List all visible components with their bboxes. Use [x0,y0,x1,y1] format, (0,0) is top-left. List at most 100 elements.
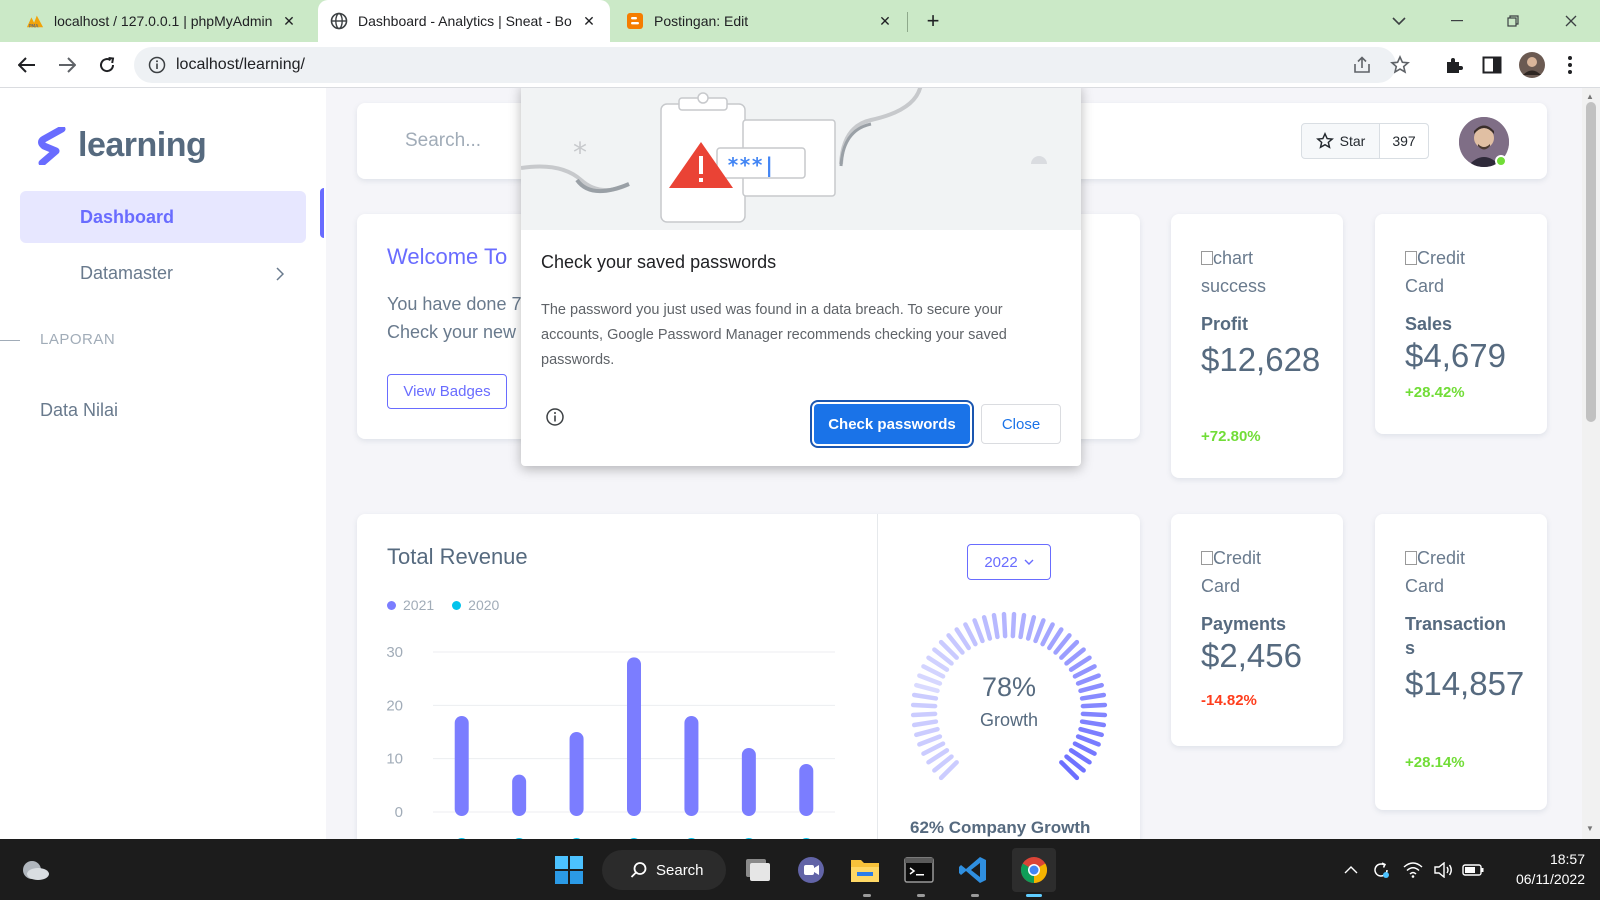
sneat-logo-icon [38,126,66,165]
close-icon[interactable]: ✕ [876,12,894,30]
gauge-tick [1079,692,1107,701]
welcome-line: You have done 7 [387,294,522,314]
gauge-tick [911,692,939,701]
year-dropdown[interactable]: 2022 [967,544,1051,580]
payments-value: $2,456 [1201,637,1302,674]
weather-icon[interactable] [16,851,54,889]
gauge-tick [1078,682,1104,694]
gauge-tick [1075,673,1101,686]
menu-kebab-icon[interactable] [1556,51,1584,79]
restore-icon[interactable] [1498,6,1528,36]
forward-icon[interactable] [53,51,81,79]
vscode-icon[interactable] [954,851,992,889]
teams-chat-icon[interactable] [792,851,830,889]
scroll-up-icon[interactable]: ▲ [1586,92,1594,101]
profile-avatar-icon[interactable] [1518,51,1546,79]
payments-label: Payments [1201,614,1287,634]
close-dialog-button[interactable]: Close [981,404,1061,444]
globe-icon [330,12,348,30]
gauge-tick [914,682,940,694]
gauge-tick [1033,618,1046,644]
transactions-change: +28.14% [1405,754,1465,771]
reload-icon[interactable] [93,51,121,79]
terminal-icon[interactable] [900,851,938,889]
window-close-icon[interactable] [1556,6,1586,36]
search-input[interactable]: Search... [405,130,481,152]
tab-title: localhost / 127.0.0.1 | phpMyAdmin [54,13,272,29]
info-icon[interactable] [148,56,166,79]
back-icon[interactable] [13,51,41,79]
bar-2021 [741,748,756,816]
brand-logo[interactable]: learning [38,126,207,165]
gauge-tick [1080,702,1108,709]
system-clock[interactable]: 18:57 06/11/2022 [1495,849,1585,889]
info-icon[interactable] [545,407,565,427]
side-panel-icon[interactable] [1478,51,1506,79]
transactions-value: $14,857 [1405,665,1525,702]
taskbar-search[interactable]: Search [602,850,726,890]
welcome-title: Welcome To [387,244,508,269]
page-scrollbar[interactable]: ▲ ▼ [1582,88,1600,839]
y-tick-label: 10 [386,751,403,768]
broken-image-icon [1405,251,1417,265]
active-indicator [320,188,324,238]
payments-change: -14.82% [1201,692,1257,709]
file-explorer-icon[interactable] [846,851,884,889]
page-content: learning Dashboard Datamaster LAPORAN Da… [0,88,1582,839]
tab-search-icon[interactable] [1384,6,1414,36]
running-indicator [971,894,979,897]
github-star-button[interactable]: Star 397 [1301,123,1429,159]
chevron-up-icon[interactable] [1340,859,1362,881]
card-divider [877,514,878,839]
close-icon[interactable]: ✕ [280,12,298,30]
bar-2021 [454,716,469,816]
gauge-tick [914,726,940,738]
sales-label: Sales [1405,314,1453,334]
dialog-title: Check your saved passwords [541,252,777,272]
section-divider [0,340,20,341]
chrome-icon[interactable] [1012,848,1056,892]
close-icon[interactable]: ✕ [580,12,598,30]
share-icon[interactable] [1352,55,1372,80]
clock-date: 06/11/2022 [1515,871,1585,887]
address-bar[interactable]: localhost/learning/ [134,47,1410,83]
new-tab-button[interactable]: + [920,8,946,34]
company-growth-text: 62% Company Growth [910,818,1091,837]
gauge-tick [972,618,985,644]
running-indicator [863,894,871,897]
wifi-icon[interactable] [1402,859,1424,881]
url-text: localhost/learning/ [176,56,305,73]
windows-start-icon[interactable] [550,851,588,889]
tab-phpmyadmin[interactable]: PMA localhost / 127.0.0.1 | phpMyAdmin ✕ [14,0,310,42]
bookmark-star-icon[interactable] [1390,55,1410,80]
dialog-body: The password you just used was found in … [541,302,1007,368]
scrollbar-thumb[interactable] [1586,102,1596,422]
scroll-down-icon[interactable]: ▼ [1586,824,1594,833]
bar-2021 [684,716,699,816]
payments-card: Credit Card Payments $2,456 -14.82% [1171,514,1343,746]
bar-2021 [627,657,641,816]
gauge-tick [1010,611,1017,639]
tab-dashboard[interactable]: Dashboard - Analytics | Sneat - Bootstra… [318,0,610,42]
task-view-icon[interactable] [738,851,776,889]
revenue-bar-chart: 30 20 10 0 [386,644,835,839]
breach-illustration: * ***| [521,88,1081,230]
sidebar-item-datamaster[interactable]: Datamaster [20,247,306,299]
tab-blogger[interactable]: Postingan: Edit ✕ [614,0,906,42]
extensions-icon[interactable] [1440,51,1468,79]
battery-icon[interactable] [1462,859,1484,881]
profit-label: Profit [1201,314,1248,334]
minimize-icon[interactable] [1442,6,1472,36]
broken-image-icon [1405,551,1417,565]
sidebar-item-data-nilai[interactable]: Data Nilai [0,384,286,436]
volume-icon[interactable] [1432,859,1454,881]
growth-percent: 78% [981,672,1037,702]
search-icon [630,862,647,878]
view-badges-button[interactable]: View Badges [387,374,507,409]
gauge-tick [911,719,939,728]
sidebar-item-label: Dashboard [80,206,175,227]
sync-icon[interactable] [1370,859,1392,881]
check-passwords-button[interactable]: Check passwords [814,404,970,444]
gauge-tick [1075,734,1101,747]
sidebar-item-dashboard[interactable]: Dashboard [20,191,306,243]
